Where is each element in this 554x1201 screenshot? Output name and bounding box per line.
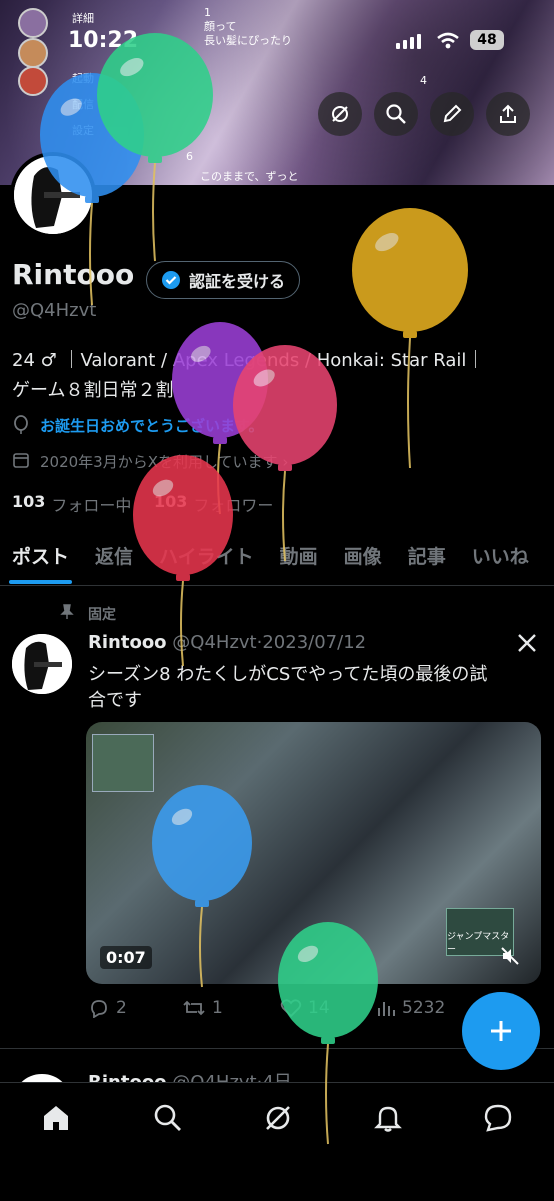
home-icon: [44, 1106, 68, 1130]
grok-button[interactable]: [318, 92, 362, 136]
bottom-nav: [0, 1082, 554, 1201]
plus-icon: [491, 1021, 511, 1041]
x-logo-icon: [518, 634, 536, 652]
reply-count: 2: [116, 998, 127, 1018]
like-count: 14: [308, 998, 330, 1018]
nav-grok[interactable]: [258, 1098, 298, 1138]
verify-button[interactable]: 認証を受ける: [146, 261, 301, 299]
bio-line: ゲーム８割日常２割: [12, 380, 174, 401]
video-timestamp: 0:07: [100, 946, 152, 969]
nav-search[interactable]: [148, 1098, 188, 1138]
bell-icon: [374, 1106, 402, 1132]
tab-likes[interactable]: いいね: [472, 542, 529, 569]
banner-text: 長い髪にぴったり: [204, 34, 292, 47]
banner-text: 配信: [72, 98, 94, 111]
repost-icon: [183, 1000, 205, 1016]
post-text: シーズン8 わたくしがCSでやってた頃の最後の試: [88, 664, 488, 685]
banner-avatar-icon: [18, 66, 48, 96]
wifi-icon: [437, 32, 459, 49]
reply-button[interactable]: 2: [88, 998, 127, 1018]
grok-icon: [266, 1106, 290, 1130]
tabs-divider: [0, 585, 554, 586]
profile-tabs: ポスト 返信 ハイライト 動画 画像 記事 いいね: [8, 542, 529, 584]
avatar-image: [12, 634, 72, 694]
pencil-icon: [443, 104, 462, 123]
bio-line: 24 ♂ ｜Valorant / Apex Legends / Honkai: …: [12, 350, 485, 371]
repost-count: 1: [212, 998, 223, 1018]
views-button[interactable]: 5232: [376, 998, 445, 1018]
banner-text: 6: [186, 150, 193, 163]
views-icon: [378, 1002, 395, 1016]
battery-icon: 48: [470, 30, 504, 50]
search-icon: [154, 1104, 181, 1131]
banner-avatar-icon: [18, 38, 48, 68]
post-video[interactable]: ジャンプマスター 0:07: [86, 722, 541, 984]
following-label: フォロー中: [51, 496, 132, 515]
grok-icon: [332, 106, 348, 122]
calendar-icon: [13, 453, 29, 468]
post-author[interactable]: Rintooo: [88, 632, 167, 653]
views-count: 5232: [402, 998, 446, 1018]
nav-messages[interactable]: [478, 1098, 518, 1138]
pinned-label: 固定: [88, 607, 116, 623]
tab-articles[interactable]: 記事: [408, 542, 446, 569]
share-button[interactable]: [486, 92, 530, 136]
heart-icon: [280, 999, 302, 1018]
followers-link[interactable]: 103 フォロワー: [154, 492, 273, 516]
minimap: [92, 734, 154, 792]
search-icon: [386, 104, 406, 124]
balloon-icon: [14, 415, 28, 434]
reply-icon: [91, 1000, 107, 1018]
banner-text: 設定: [72, 124, 94, 137]
status-time: 10:22: [68, 28, 139, 53]
tab-replies[interactable]: 返信: [95, 542, 133, 569]
display-name: Rintooo: [12, 258, 135, 291]
tab-images[interactable]: 画像: [344, 542, 382, 569]
banner-text: 起動: [72, 72, 94, 85]
post-avatar[interactable]: [10, 632, 74, 696]
banner-text: 1: [204, 6, 211, 19]
message-icon: [484, 1104, 512, 1132]
compose-button[interactable]: [462, 992, 540, 1070]
banner-avatar-icon: [18, 8, 48, 38]
balloon: [352, 208, 468, 469]
tab-highlights[interactable]: ハイライト: [159, 542, 254, 569]
profile-avatar[interactable]: [10, 152, 96, 238]
mute-icon[interactable]: [500, 946, 520, 966]
post-date: 2023/07/12: [262, 632, 367, 653]
verify-button-label: 認証を受ける: [189, 272, 286, 291]
joined-label: 2020年3月からXを利用しています: [40, 453, 278, 471]
nav-notifications[interactable]: [368, 1098, 408, 1138]
birthday-text: お誕生日おめでとうございます。: [40, 417, 264, 435]
share-icon: [500, 104, 516, 123]
signal-icon: [396, 34, 421, 49]
banner-text: 4: [420, 74, 427, 87]
post-header: Rintooo @Q4Hzvt·2023/07/12: [88, 632, 367, 653]
post-handle: @Q4Hzvt: [172, 632, 257, 653]
joined-text: 2020年3月からXを利用しています ›: [40, 453, 289, 471]
repost-button[interactable]: 1: [182, 998, 223, 1018]
edit-button[interactable]: [430, 92, 474, 136]
following-count: 103: [12, 492, 46, 511]
avatar-image: [14, 156, 92, 234]
like-button[interactable]: 14: [280, 998, 330, 1018]
banner-text: このままで、ずっと: [200, 170, 299, 183]
tab-videos[interactable]: 動画: [280, 542, 318, 569]
search-button[interactable]: [374, 92, 418, 136]
post-text: 合です: [88, 690, 142, 711]
verified-badge-icon: [162, 271, 180, 289]
following-link[interactable]: 103 フォロー中: [12, 492, 131, 516]
pin-icon: [60, 604, 74, 619]
followers-count: 103: [154, 492, 188, 511]
handle: @Q4Hzvt: [12, 300, 97, 321]
followers-label: フォロワー: [193, 496, 274, 515]
tab-posts[interactable]: ポスト: [8, 542, 73, 584]
nav-home[interactable]: [36, 1098, 76, 1138]
banner-text: 詳細: [72, 12, 94, 25]
